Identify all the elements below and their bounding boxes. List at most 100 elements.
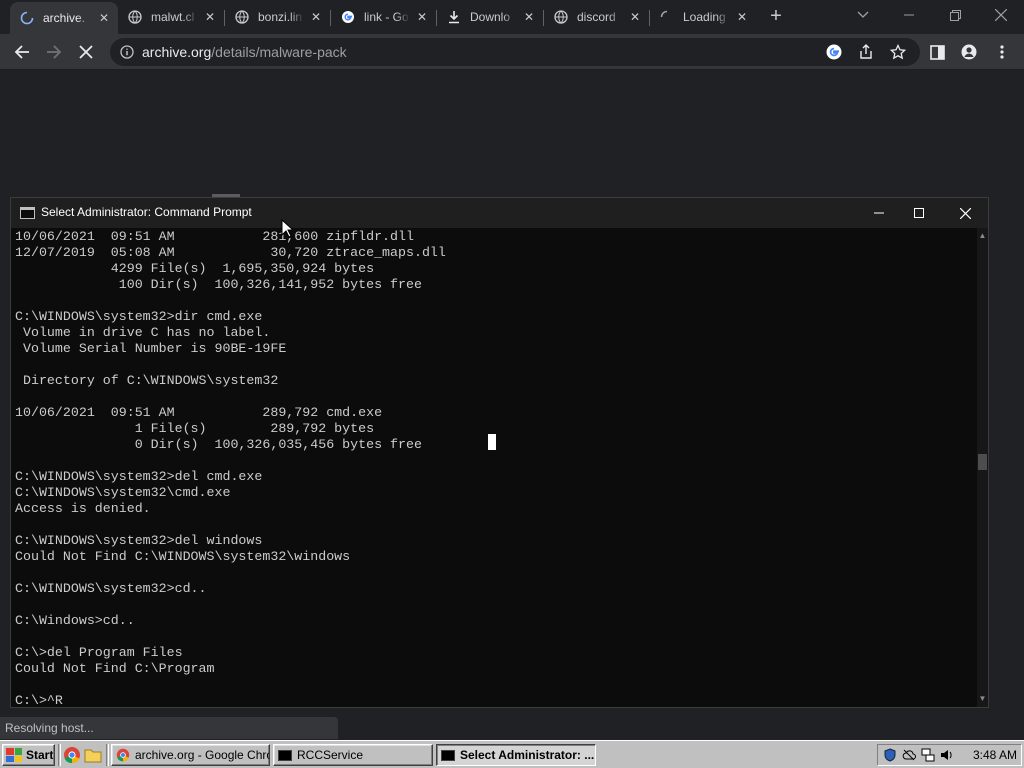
taskbar-button-label: Select Administrator: ... xyxy=(460,748,595,762)
cmd-icon xyxy=(278,749,292,761)
scroll-down-arrow-icon[interactable]: ▼ xyxy=(977,693,988,705)
volume-icon[interactable] xyxy=(940,748,954,762)
console-line: 12/07/2019 05:08 AM 30,720 ztrace_maps.d… xyxy=(15,245,446,260)
taskbar-button-chrome[interactable]: archive.org - Google Chro... xyxy=(111,744,270,766)
google-icon xyxy=(826,44,842,60)
close-icon xyxy=(995,9,1007,21)
globe-icon xyxy=(554,10,568,24)
url-path: /details/malware-pack xyxy=(211,44,347,60)
console-line: 10/06/2021 09:51 AM 281,600 zipfldr.dll xyxy=(15,229,414,244)
avatar-icon xyxy=(961,44,977,60)
loading-spinner-icon xyxy=(660,10,674,24)
menu-button[interactable] xyxy=(989,39,1015,65)
scrollbar-thumb[interactable] xyxy=(978,454,987,470)
console-line: C:\>^R xyxy=(15,693,63,707)
console-scrollbar[interactable]: ▲ ▼ xyxy=(977,228,988,707)
stop-loading-button[interactable] xyxy=(73,39,99,65)
console-line: Could Not Find C:\Program xyxy=(15,661,215,676)
console-output[interactable]: 10/06/2021 09:51 AM 281,600 zipfldr.dll 1… xyxy=(11,228,977,707)
minimize-icon xyxy=(904,14,914,16)
info-icon xyxy=(120,45,134,59)
close-icon xyxy=(79,45,93,59)
console-line: C:\WINDOWS\system32\cmd.exe xyxy=(15,485,231,500)
tab-title: Loading xyxy=(683,10,726,24)
cmd-icon xyxy=(20,207,35,219)
restore-window-button[interactable] xyxy=(932,0,978,30)
browser-toolbar: archive.org/details/malware-pack xyxy=(0,34,1024,70)
taskbar-button-rccservice[interactable]: RCCService xyxy=(273,744,433,766)
close-window-button[interactable] xyxy=(978,0,1024,30)
chrome-icon xyxy=(116,748,130,762)
console-line: 0 Dir(s) 100,326,035,456 bytes free xyxy=(15,437,422,452)
console-line: Could Not Find C:\WINDOWS\system32\windo… xyxy=(15,549,351,564)
share-button[interactable] xyxy=(853,39,879,65)
console-line: C:\WINDOWS\system32>dir cmd.exe xyxy=(15,309,263,324)
tab-downloads[interactable]: Downlo ✕ xyxy=(437,3,543,31)
tab-loading[interactable]: Loading ✕ xyxy=(650,3,756,31)
tab-malwt[interactable]: malwt.cl ✕ xyxy=(118,3,224,31)
scroll-up-arrow-icon[interactable]: ▲ xyxy=(977,230,988,242)
folder-quick-launch-icon[interactable] xyxy=(84,746,102,764)
command-prompt-window[interactable]: Select Administrator: Command Prompt 10/… xyxy=(10,197,989,708)
share-icon xyxy=(860,44,872,59)
close-tab-icon[interactable]: ✕ xyxy=(414,9,430,25)
address-bar[interactable]: archive.org/details/malware-pack xyxy=(110,38,920,66)
console-line: 100 Dir(s) 100,326,141,952 bytes free xyxy=(15,277,422,292)
taskbar-button-command-prompt[interactable]: Select Administrator: ... xyxy=(436,744,596,766)
console-line: C:\WINDOWS\system32>del windows xyxy=(15,533,263,548)
tab-title: Downlo xyxy=(470,10,511,24)
close-tab-icon[interactable]: ✕ xyxy=(308,9,324,25)
close-tab-icon[interactable]: ✕ xyxy=(734,9,750,25)
console-close-button[interactable] xyxy=(942,198,988,228)
cloud-offline-icon[interactable] xyxy=(902,748,916,762)
tab-discord[interactable]: discord ✕ xyxy=(544,3,649,31)
console-maximize-button[interactable] xyxy=(896,198,942,228)
close-tab-icon[interactable]: ✕ xyxy=(627,9,643,25)
star-icon xyxy=(890,44,906,60)
tab-title: malwt.cl xyxy=(151,10,195,24)
side-panel-button[interactable] xyxy=(924,39,950,65)
taskbar: Start archive.org - Google Chro... RCCSe… xyxy=(0,740,1024,768)
bookmark-button[interactable] xyxy=(885,39,911,65)
tab-search-button[interactable] xyxy=(840,0,886,30)
back-button[interactable] xyxy=(9,39,35,65)
console-line: Access is denied. xyxy=(15,501,151,516)
shield-icon[interactable] xyxy=(883,748,897,762)
status-bubble: Resolving host... xyxy=(0,717,338,739)
clock[interactable]: 3:48 AM xyxy=(973,748,1017,762)
chrome-quick-launch-icon[interactable] xyxy=(63,746,81,764)
globe-icon xyxy=(128,10,142,24)
network-icon[interactable] xyxy=(921,748,935,762)
close-tab-icon[interactable]: ✕ xyxy=(202,9,218,25)
google-lens-button[interactable] xyxy=(821,39,847,65)
arrow-right-icon xyxy=(47,45,62,59)
minimize-icon xyxy=(874,212,884,214)
tab-title: bonzi.lin xyxy=(258,10,303,24)
minimize-window-button[interactable] xyxy=(886,0,932,30)
cmd-icon xyxy=(441,749,455,761)
start-button[interactable]: Start xyxy=(2,744,55,766)
new-tab-button[interactable]: + xyxy=(766,6,786,26)
close-tab-icon[interactable]: ✕ xyxy=(521,9,537,25)
console-title-bar[interactable]: Select Administrator: Command Prompt xyxy=(11,198,988,228)
tab-title: archive. xyxy=(43,11,86,25)
console-line: Volume in drive C has no label. xyxy=(15,325,271,340)
profile-button[interactable] xyxy=(956,39,982,65)
tab-google-link[interactable]: link - Go ✕ xyxy=(331,3,436,31)
forward-button[interactable] xyxy=(41,39,67,65)
chevron-down-icon xyxy=(857,11,869,18)
side-panel-icon xyxy=(929,44,945,60)
tab-bonzi[interactable]: bonzi.lin ✕ xyxy=(225,3,330,31)
console-line: C:\WINDOWS\system32>del cmd.exe xyxy=(15,469,263,484)
tab-archive[interactable]: archive. ✕ xyxy=(10,2,118,34)
text-cursor xyxy=(488,434,496,450)
system-tray: 3:48 AM xyxy=(877,744,1022,766)
taskbar-separator xyxy=(58,744,61,766)
taskbar-button-label: archive.org - Google Chro... xyxy=(135,748,270,762)
close-tab-icon[interactable]: ✕ xyxy=(96,10,112,26)
console-line: Volume Serial Number is 90BE-19FE xyxy=(15,341,287,356)
globe-icon xyxy=(235,10,249,24)
mouse-pointer-icon xyxy=(281,219,293,238)
windows-logo-icon xyxy=(6,748,22,762)
console-line: 4299 File(s) 1,695,350,924 bytes xyxy=(15,261,375,276)
